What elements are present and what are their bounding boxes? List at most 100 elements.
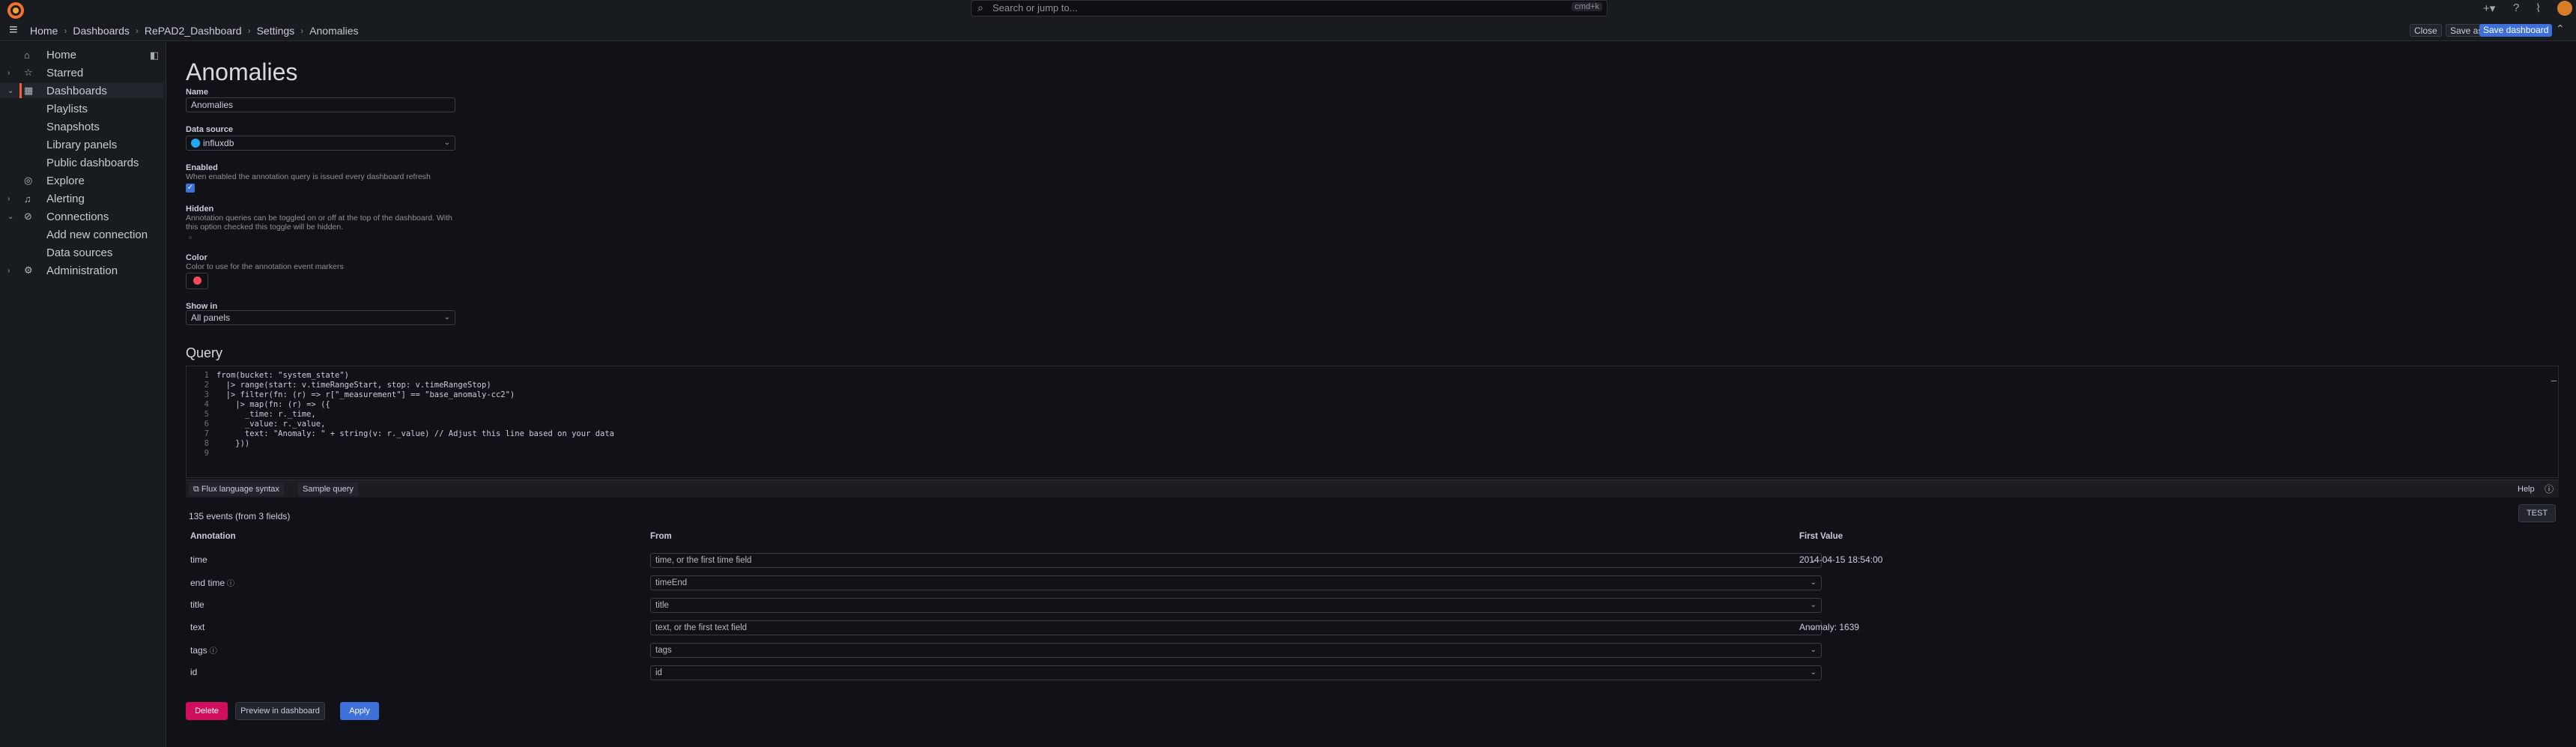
chevron-right-icon[interactable]: › xyxy=(7,69,10,77)
field-label: end time xyxy=(190,578,225,588)
sidebar-item-alerting[interactable]: › ♫ Alerting xyxy=(0,191,163,206)
from-select-tags[interactable]: tags ⌄ xyxy=(650,643,1822,658)
search-shortcut: cmd+k xyxy=(1572,2,1602,11)
name-input[interactable]: Anomalies xyxy=(186,97,455,112)
from-select-end-time[interactable]: timeEnd ⌄ xyxy=(650,575,1822,590)
menu-icon[interactable]: ≡ xyxy=(9,22,25,37)
chevron-down-icon: ⌄ xyxy=(1810,578,1816,587)
line-number: 9 xyxy=(204,449,209,458)
cog-icon: ⚙ xyxy=(24,264,33,276)
annotation-field-time: time xyxy=(190,554,207,565)
search-icon: ⌕ xyxy=(978,1,984,13)
sidebar-item-starred[interactable]: › ☆ Starred xyxy=(0,65,163,80)
apply-button[interactable]: Apply xyxy=(340,702,379,720)
chevron-down-icon: ⌄ xyxy=(1810,646,1816,654)
sidebar-item-label: Alerting xyxy=(46,192,85,205)
line-number: 5 xyxy=(204,410,209,419)
datasource-select[interactable]: influxdb ⌄ xyxy=(186,136,455,151)
column-header-first-value: First Value xyxy=(1799,532,1843,541)
line-number: 4 xyxy=(204,400,209,409)
hidden-checkbox[interactable] xyxy=(189,236,192,239)
field-label: text xyxy=(190,622,205,632)
from-select-time[interactable]: time, or the first time field ⌄ xyxy=(650,553,1822,568)
flux-syntax-link[interactable]: ⧉ Flux language syntax xyxy=(189,483,284,496)
chevron-down-icon[interactable]: ⌄ xyxy=(7,213,13,221)
enabled-checkbox[interactable]: ✓ xyxy=(186,184,195,193)
query-code-editor[interactable]: 1 2 3 4 5 6 7 8 9 from(bucket: "system_s… xyxy=(186,366,2559,478)
sidebar-item-label: Data sources xyxy=(46,246,113,259)
annotation-field-title: title xyxy=(190,599,204,610)
datasource-value: influxdb xyxy=(203,138,234,148)
first-value: Anomaly: 1639 xyxy=(1799,622,1860,632)
breadcrumb-dashboards[interactable]: Dashboards xyxy=(73,25,130,37)
from-value: timeEnd xyxy=(655,578,688,587)
enabled-label: Enabled xyxy=(186,163,218,172)
save-dashboard-button[interactable]: Save dashboard xyxy=(2479,24,2553,37)
grafana-logo-icon[interactable] xyxy=(7,2,24,19)
code-line: from(bucket: "system_state") xyxy=(216,371,350,380)
info-icon[interactable]: ⓘ xyxy=(227,580,234,588)
influxdb-icon xyxy=(191,139,200,148)
sidebar-item-home[interactable]: ⌂ Home xyxy=(0,47,163,62)
collapse-chevron-up-icon[interactable]: ⌃ xyxy=(2556,22,2565,35)
sidebar-item-administration[interactable]: › ⚙ Administration xyxy=(0,263,163,278)
sidebar-item-explore[interactable]: ◎ Explore xyxy=(0,173,163,188)
breadcrumb-dashboard[interactable]: RePAD2_Dashboard xyxy=(145,25,242,37)
show-in-select[interactable]: All panels ⌄ xyxy=(186,310,455,325)
sample-query-button[interactable]: Sample query xyxy=(298,483,358,496)
sidebar-item-label: Public dashboards xyxy=(46,156,139,169)
sidebar-item-label: Library panels xyxy=(46,138,118,151)
preview-in-dashboard-button[interactable]: Preview in dashboard xyxy=(235,702,325,720)
from-value: text, or the first text field xyxy=(655,623,748,632)
sidebar-item-library-panels[interactable]: Library panels xyxy=(0,137,163,152)
close-button[interactable]: Close xyxy=(2410,24,2442,37)
events-summary: 135 events (from 3 fields) xyxy=(189,511,291,521)
news-icon[interactable]: ⌇ xyxy=(2536,1,2541,15)
chevron-down-icon[interactable]: ⌄ xyxy=(7,87,13,95)
info-icon[interactable]: ⓘ xyxy=(2540,483,2558,496)
help-button[interactable]: Help xyxy=(2513,483,2539,496)
from-value: title xyxy=(655,601,669,610)
line-number: 8 xyxy=(204,439,209,448)
chevron-down-icon: ⌄ xyxy=(1810,668,1816,677)
sidebar-item-public-dashboards[interactable]: Public dashboards xyxy=(0,155,163,170)
from-value: time, or the first time field xyxy=(655,556,752,565)
chevron-down-icon: ⌄ xyxy=(443,313,450,321)
sidebar-item-playlists[interactable]: Playlists xyxy=(0,101,163,116)
minimize-icon[interactable]: — xyxy=(2551,375,2557,386)
page-title: Anomalies xyxy=(186,58,298,85)
color-picker-button[interactable] xyxy=(186,273,208,289)
column-header-annotation: Annotation xyxy=(190,532,236,541)
plus-icon[interactable]: +▾ xyxy=(2483,1,2495,15)
code-line: _value: r._value, xyxy=(216,420,326,429)
external-link-icon: ⧉ xyxy=(193,485,201,494)
breadcrumb-settings[interactable]: Settings xyxy=(257,25,295,37)
chevron-right-icon[interactable]: › xyxy=(7,267,10,275)
sidebar-item-label: Dashboards xyxy=(46,84,107,97)
from-select-text[interactable]: text, or the first text field ⌄ xyxy=(650,620,1822,635)
breadcrumb-home[interactable]: Home xyxy=(30,25,58,37)
help-icon[interactable]: ? xyxy=(2513,1,2519,14)
from-value: tags xyxy=(655,646,672,655)
chevron-right-icon[interactable]: › xyxy=(7,195,10,203)
sidebar-item-connections[interactable]: ⌄ ⊘ Connections xyxy=(0,209,163,224)
delete-button[interactable]: Delete xyxy=(186,702,228,720)
sidebar-item-data-sources[interactable]: Data sources xyxy=(0,245,163,260)
annotation-field-text: text xyxy=(190,622,204,632)
search-input[interactable]: ⌕ Search or jump to... cmd+k xyxy=(971,0,1607,16)
test-button[interactable]: TEST xyxy=(2518,504,2556,522)
avatar[interactable] xyxy=(2557,1,2572,16)
from-select-id[interactable]: id ⌄ xyxy=(650,665,1822,680)
query-section-title: Query xyxy=(186,345,223,360)
color-description: Color to use for the annotation event ma… xyxy=(186,262,344,271)
field-label: tags xyxy=(190,645,207,656)
sidebar-item-add-new-connection[interactable]: Add new connection xyxy=(0,227,163,242)
breadcrumb: Home › Dashboards › RePAD2_Dashboard › S… xyxy=(30,24,359,37)
query-toolbar: ⧉ Flux language syntax Sample query Help… xyxy=(186,480,2559,498)
sidebar-item-snapshots[interactable]: Snapshots xyxy=(0,119,163,134)
info-icon[interactable]: ⓘ xyxy=(210,647,217,656)
sidebar-item-dashboards[interactable]: ⌄ ▦ Dashboards xyxy=(0,83,163,98)
from-select-title[interactable]: title ⌄ xyxy=(650,598,1822,613)
line-number: 7 xyxy=(204,429,209,438)
chevron-right-icon: › xyxy=(247,25,251,36)
